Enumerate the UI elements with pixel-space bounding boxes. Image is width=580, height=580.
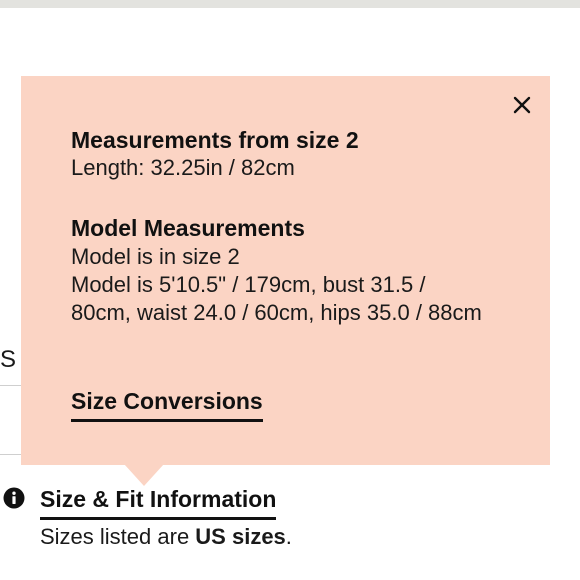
popover-arrow [124, 464, 164, 486]
size-conversions-link[interactable]: Size Conversions [71, 387, 263, 422]
background-size-label: S [0, 346, 17, 373]
measurements-length: Length: 32.25in / 82cm [71, 155, 295, 180]
close-button[interactable] [508, 91, 536, 119]
close-icon [513, 96, 531, 114]
model-size-line: Model is in size 2 [71, 244, 240, 269]
sizes-note-bold: US sizes [195, 524, 286, 549]
sizes-note-suffix: . [285, 524, 292, 549]
top-divider [0, 0, 580, 8]
info-circle-icon [3, 487, 25, 509]
model-measurements-title: Model Measurements [71, 215, 305, 241]
sizes-note-prefix: Sizes listed are [40, 524, 196, 549]
size-fit-information-link[interactable]: Size & Fit Information [40, 485, 277, 520]
model-details: Model is 5'10.5" / 179cm, bust 31.5 / 80… [71, 272, 482, 325]
sizes-note: Sizes listed are US sizes. [40, 523, 292, 551]
measurements-title: Measurements from size 2 [71, 127, 359, 153]
